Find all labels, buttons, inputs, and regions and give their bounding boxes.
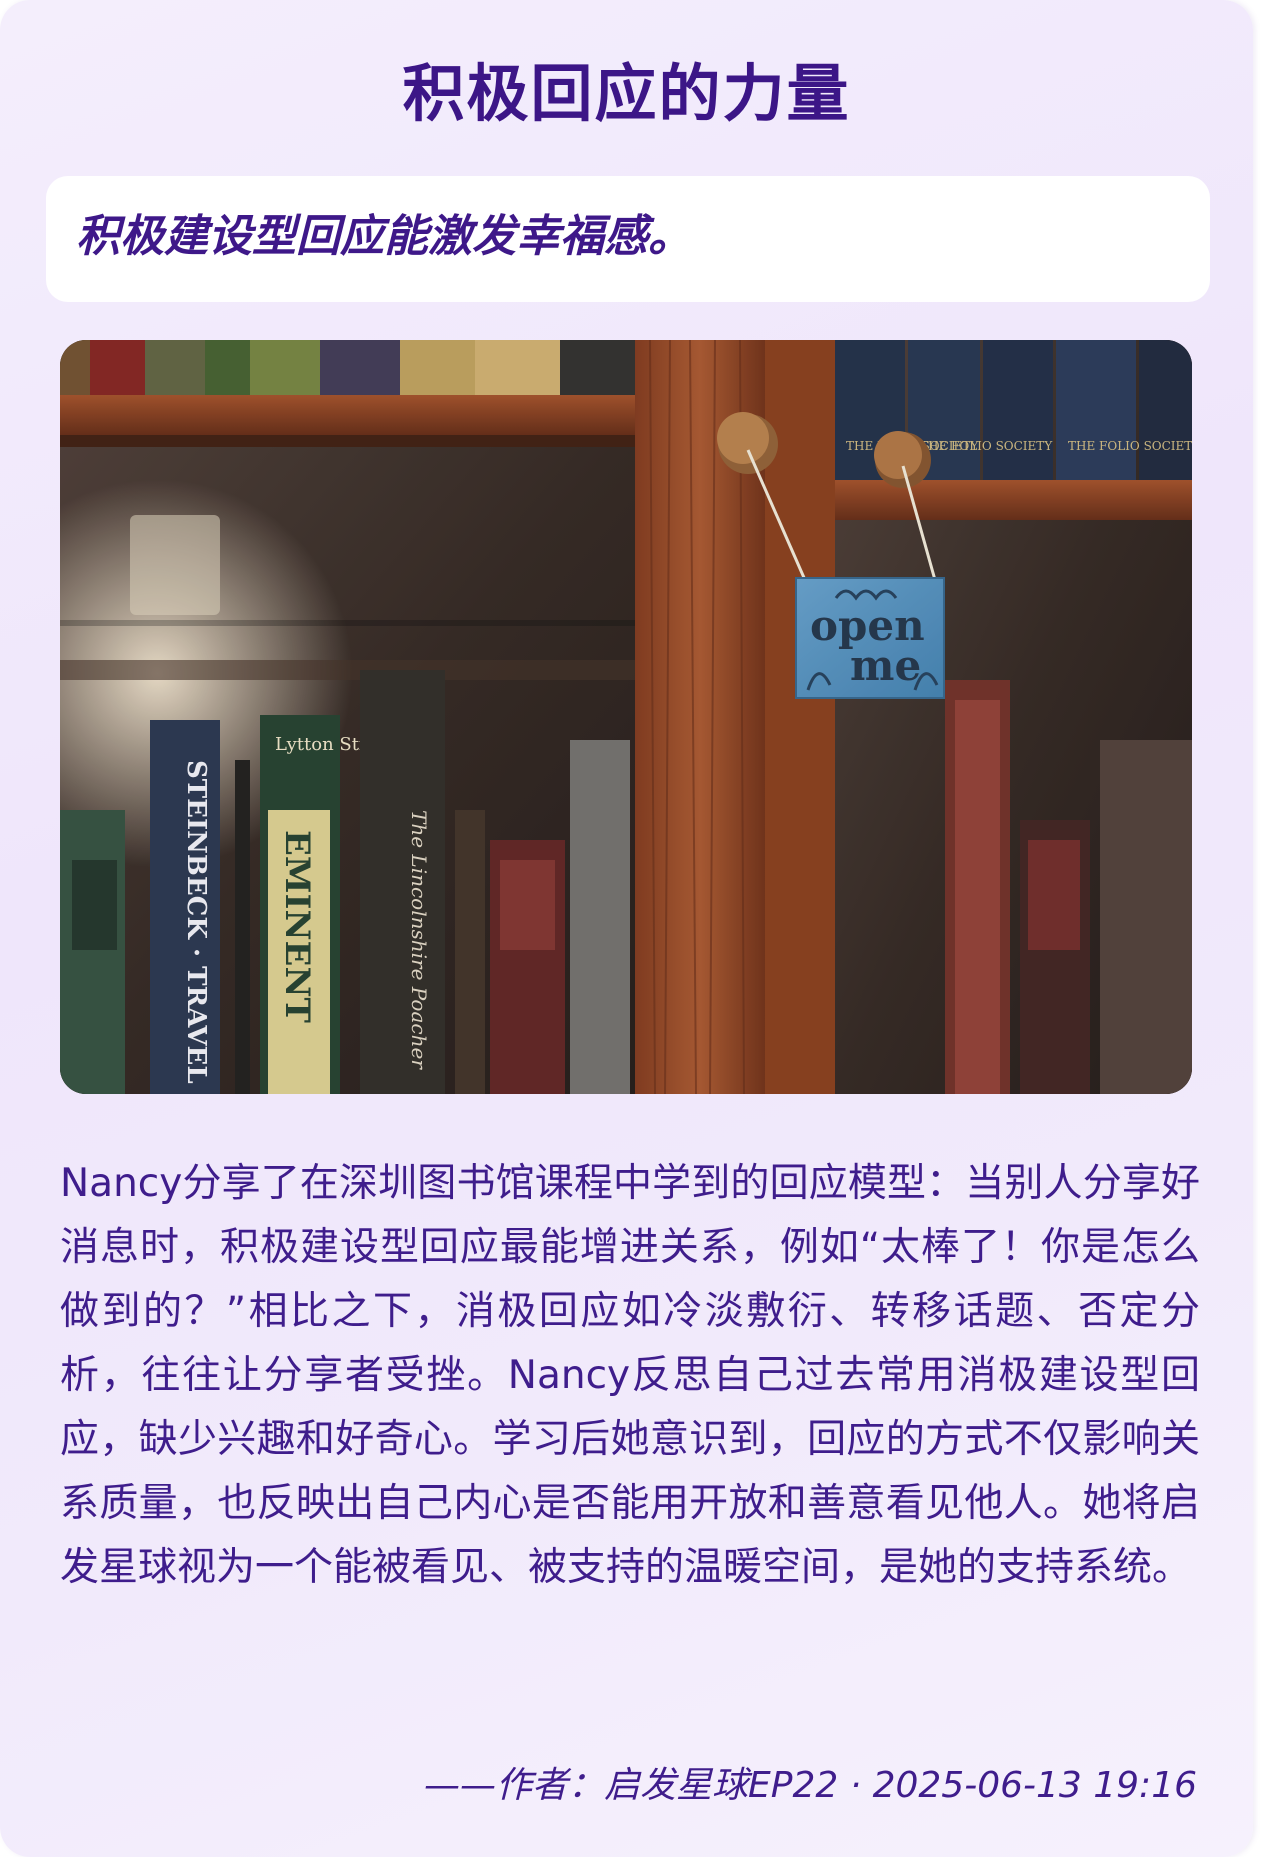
highlight-text: 积极建设型回应能激发幸福感。 [76,211,692,262]
author-footer: ——作者：启发星球EP22 · 2025-06-13 19:16 [424,1765,1197,1806]
bookshelf-photo: STEINBECK · TRAVEL Lytton Strachey EMINE… [60,340,1192,1094]
highlight-box: 积极建设型回应能激发幸福感。 [46,176,1210,302]
story-card: 积极回应的力量 积极建设型回应能激发幸福感。 STEINBECK · TRAVE… [0,0,1253,1857]
page-title: 积极回应的力量 [402,57,851,130]
story-body: Nancy分享了在深圳图书馆课程中学到的回应模型：当别人分享好消息时，积极建设型… [60,1161,1200,1590]
